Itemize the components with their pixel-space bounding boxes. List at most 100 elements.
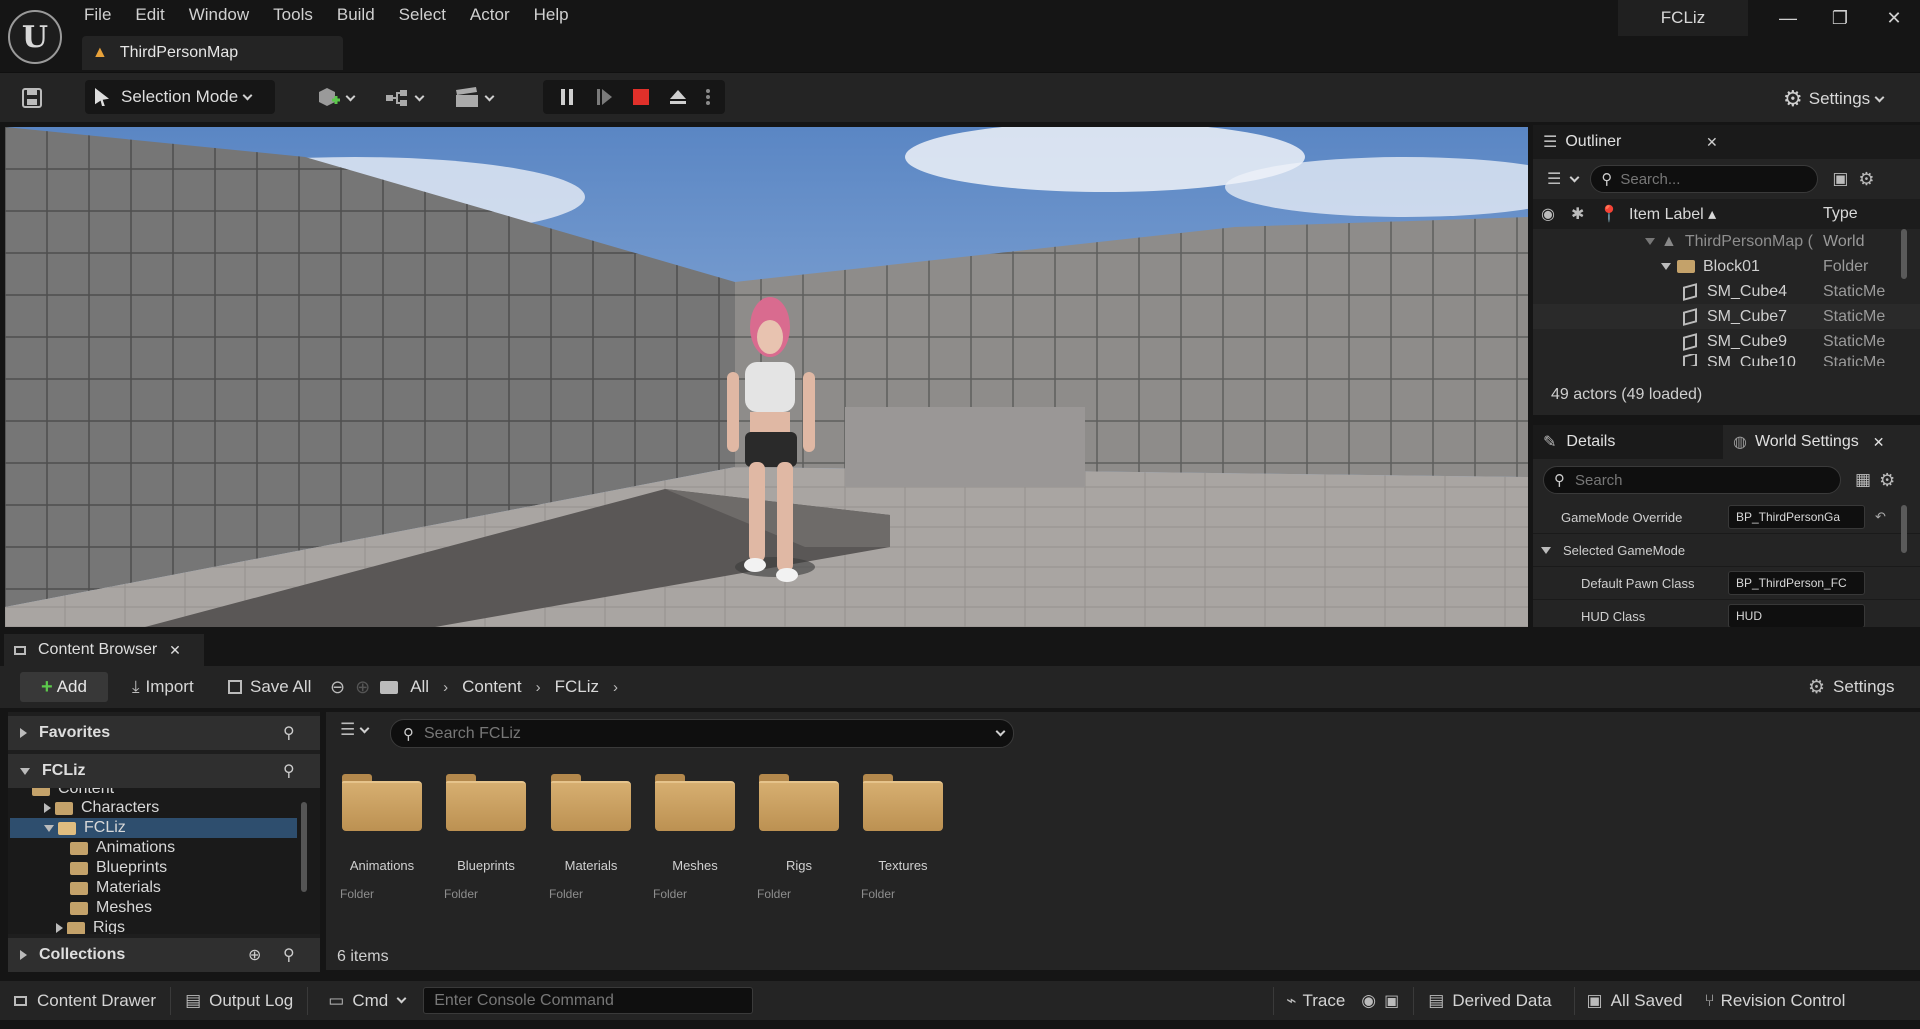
- history-back-icon[interactable]: ⊖: [330, 677, 345, 698]
- chevron-down-icon[interactable]: [1569, 172, 1580, 182]
- close-button[interactable]: ✕: [1874, 6, 1914, 30]
- tree-item[interactable]: Blueprints: [8, 858, 320, 878]
- asset-tile[interactable]: Meshes Folder: [643, 774, 747, 901]
- search-icon[interactable]: ⚲: [283, 945, 295, 965]
- more-icon[interactable]: [705, 87, 711, 107]
- derived-data-button[interactable]: ▤ Derived Data: [1428, 991, 1551, 1011]
- tree-item[interactable]: Content: [8, 788, 320, 798]
- tree-item[interactable]: Rigs: [8, 918, 320, 934]
- blueprint-button[interactable]: [384, 86, 425, 110]
- unreal-logo[interactable]: U: [8, 10, 62, 64]
- table-icon[interactable]: ▦: [1855, 470, 1871, 490]
- chevron-right-icon[interactable]: ›: [613, 679, 618, 696]
- asset-tile[interactable]: Textures Folder: [851, 774, 955, 901]
- gear-icon[interactable]: ⚙: [1858, 169, 1874, 190]
- import-button[interactable]: ⤓ Import: [124, 672, 202, 702]
- all-saved-button[interactable]: ▣ All Saved: [1587, 991, 1683, 1011]
- star-icon[interactable]: ✱: [1571, 204, 1584, 224]
- chevron-down-icon[interactable]: [995, 726, 1006, 737]
- details-tab[interactable]: Details: [1566, 433, 1615, 451]
- fcliz-header[interactable]: FCLiz ⚲: [8, 754, 320, 788]
- menu-build[interactable]: Build: [325, 0, 387, 30]
- asset-tile[interactable]: Materials Folder: [539, 774, 643, 901]
- save-all-button[interactable]: Save All: [220, 672, 319, 702]
- search-icon[interactable]: ⚲: [283, 723, 295, 743]
- outliner-search-input[interactable]: ⚲ Search...: [1590, 165, 1819, 193]
- details-search-input[interactable]: ⚲ Search: [1543, 466, 1841, 494]
- pin-icon[interactable]: 📍: [1599, 204, 1619, 224]
- outliner-row[interactable]: SM_Cube10 StaticMe: [1533, 354, 1920, 366]
- console-command-input[interactable]: Enter Console Command: [423, 987, 754, 1014]
- record-icon[interactable]: ◉: [1361, 991, 1376, 1011]
- close-icon[interactable]: ✕: [1706, 134, 1718, 151]
- add-collection-icon[interactable]: ⊕: [248, 945, 261, 965]
- cmd-dropdown[interactable]: ▭ Cmd: [328, 991, 407, 1011]
- history-forward-icon[interactable]: ⊕: [355, 677, 370, 698]
- pause-icon[interactable]: [557, 87, 577, 107]
- restore-button[interactable]: ❐: [1820, 6, 1860, 30]
- breadcrumb-all[interactable]: All: [410, 677, 429, 697]
- default-pawn-class-select[interactable]: BP_ThirdPerson_FC: [1728, 571, 1865, 595]
- type-column[interactable]: Type: [1823, 205, 1858, 223]
- menu-tools[interactable]: Tools: [261, 0, 325, 30]
- save-icon[interactable]: [18, 84, 46, 112]
- outliner-scrollbar[interactable]: [1901, 229, 1907, 279]
- menu-help[interactable]: Help: [522, 0, 581, 30]
- breadcrumb-content[interactable]: Content: [462, 677, 522, 697]
- menu-select[interactable]: Select: [387, 0, 458, 30]
- add-folder-icon[interactable]: ▣: [1832, 169, 1848, 189]
- outliner-row[interactable]: SM_Cube7 StaticMe: [1533, 304, 1920, 329]
- trace-button[interactable]: ⌁ Trace: [1286, 991, 1345, 1011]
- tree-item[interactable]: Materials: [8, 878, 320, 898]
- cinematics-button[interactable]: [454, 86, 495, 110]
- close-icon[interactable]: ✕: [1873, 434, 1885, 451]
- breadcrumb-fcliz[interactable]: FCLiz: [555, 677, 599, 697]
- menu-actor[interactable]: Actor: [458, 0, 522, 30]
- add-button[interactable]: + Add: [20, 672, 108, 702]
- menu-file[interactable]: File: [72, 0, 123, 30]
- favorites-header[interactable]: Favorites ⚲: [8, 716, 320, 750]
- cb-settings-button[interactable]: ⚙ Settings: [1800, 672, 1902, 702]
- gear-icon[interactable]: ⚙: [1879, 470, 1895, 491]
- search-icon[interactable]: ⚲: [283, 761, 295, 781]
- close-icon[interactable]: ✕: [169, 642, 181, 659]
- hud-class-select[interactable]: HUD: [1728, 604, 1865, 627]
- reset-icon[interactable]: ↶: [1875, 509, 1886, 525]
- selection-mode-dropdown[interactable]: Selection Mode: [85, 80, 275, 114]
- asset-tile[interactable]: Rigs Folder: [747, 774, 851, 901]
- tree-item[interactable]: Meshes: [8, 898, 320, 918]
- asset-search-input[interactable]: ⚲ Search FCLiz: [390, 719, 1014, 748]
- outliner-row[interactable]: SM_Cube4 StaticMe: [1533, 279, 1920, 304]
- content-browser-tab[interactable]: Content Browser ✕: [4, 634, 204, 666]
- eject-icon[interactable]: [668, 87, 688, 107]
- minimize-button[interactable]: —: [1768, 6, 1808, 30]
- world-settings-tab[interactable]: ◍ World Settings ✕: [1723, 425, 1920, 459]
- outliner-row[interactable]: SM_Cube9 StaticMe: [1533, 329, 1920, 354]
- item-label-column[interactable]: Item Label ▴: [1629, 204, 1716, 224]
- tree-item-selected[interactable]: FCLiz: [10, 818, 297, 838]
- gamemode-override-select[interactable]: BP_ThirdPersonGa: [1728, 505, 1865, 529]
- collections-header[interactable]: Collections ⊕ ⚲: [8, 938, 320, 972]
- visibility-icon[interactable]: ◉: [1541, 204, 1555, 224]
- step-icon[interactable]: [594, 87, 614, 107]
- output-log-button[interactable]: ▤ Output Log: [185, 991, 293, 1011]
- camera-icon[interactable]: ▣: [1384, 991, 1399, 1011]
- menu-edit[interactable]: Edit: [123, 0, 176, 30]
- menu-window[interactable]: Window: [177, 0, 261, 30]
- level-viewport[interactable]: [5, 127, 1528, 627]
- content-drawer-button[interactable]: Content Drawer: [14, 991, 156, 1011]
- asset-filter-button[interactable]: ☰: [340, 720, 370, 740]
- stop-icon[interactable]: [631, 87, 651, 107]
- place-actor-button[interactable]: [315, 86, 356, 110]
- filter-icon[interactable]: ☰: [1547, 169, 1561, 189]
- asset-tile[interactable]: Animations Folder: [330, 774, 434, 901]
- tree-item[interactable]: Characters: [8, 798, 320, 818]
- level-tab[interactable]: ▲ ThirdPersonMap: [82, 36, 343, 70]
- outliner-row[interactable]: ▲ ThirdPersonMap ( World: [1533, 229, 1920, 254]
- outliner-row[interactable]: Block01 Folder: [1533, 254, 1920, 279]
- tree-item[interactable]: Animations: [8, 838, 320, 858]
- property-category[interactable]: Selected GameMode: [1533, 534, 1920, 567]
- tree-scrollbar[interactable]: [301, 802, 307, 892]
- asset-tile[interactable]: Blueprints Folder: [434, 774, 538, 901]
- settings-button[interactable]: ⚙ Settings: [1783, 86, 1885, 112]
